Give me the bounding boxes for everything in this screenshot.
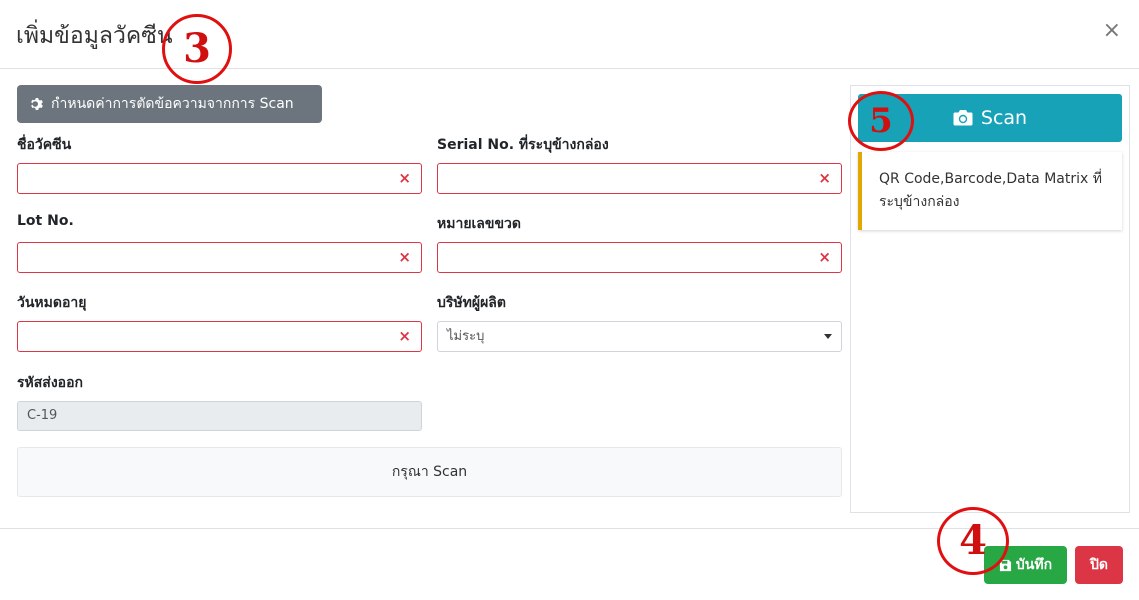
annotation-3: 3 xyxy=(162,14,232,84)
expiry-date-field[interactable]: × xyxy=(17,321,422,352)
vaccine-name-input[interactable] xyxy=(18,164,361,193)
bottle-no-label: หมายเลขขวด xyxy=(437,216,521,232)
chevron-down-icon xyxy=(824,334,832,339)
scan-settings-label: กำหนดค่าการตัดข้อความจากการ Scan xyxy=(51,96,294,112)
annotation-4: 4 xyxy=(937,507,1009,575)
modal-title: เพิ่มข้อมูลวัคซีน xyxy=(16,23,173,49)
save-button-label: บันทึก xyxy=(1015,557,1053,573)
close-icon[interactable]: × xyxy=(1103,18,1121,44)
expiry-date-input[interactable] xyxy=(18,322,361,351)
bottle-no-field[interactable]: × xyxy=(437,242,842,273)
export-code-label: รหัสส่งออก xyxy=(17,375,83,391)
clear-icon[interactable]: × xyxy=(398,248,411,266)
manufacturer-selected-value: ไม่ระบุ xyxy=(447,329,485,344)
lot-no-input[interactable] xyxy=(18,243,361,272)
annotation-5: 5 xyxy=(848,91,914,151)
manufacturer-label: บริษัทผู้ผลิต xyxy=(437,295,506,311)
manufacturer-select[interactable]: ไม่ระบุ xyxy=(437,321,842,352)
serial-no-input[interactable] xyxy=(438,164,781,193)
clear-icon[interactable]: × xyxy=(818,248,831,266)
scan-settings-button[interactable]: กำหนดค่าการตัดข้อความจากการ Scan xyxy=(17,85,322,123)
expiry-date-label: วันหมดอายุ xyxy=(17,295,87,311)
scan-info-callout: QR Code,Barcode,Data Matrix ที่ระบุข้างก… xyxy=(858,152,1122,230)
lot-no-label: Lot No. xyxy=(17,213,74,229)
clear-icon[interactable]: × xyxy=(398,169,411,187)
serial-no-field[interactable]: × xyxy=(437,163,842,194)
scan-prompt: กรุณา Scan xyxy=(17,447,842,497)
export-code-field: C-19 xyxy=(17,401,422,431)
vaccine-name-label: ชื่อวัคซีน xyxy=(17,137,72,153)
camera-icon xyxy=(953,110,973,126)
add-vaccine-modal: เพิ่มข้อมูลวัคซีน × กำหนดค่าการตัดข้อควา… xyxy=(0,0,1139,600)
vaccine-name-field[interactable]: × xyxy=(17,163,422,194)
clear-icon[interactable]: × xyxy=(398,327,411,345)
bottle-no-input[interactable] xyxy=(438,243,781,272)
gear-icon xyxy=(31,98,43,110)
clear-icon[interactable]: × xyxy=(818,169,831,187)
scan-button-label: Scan xyxy=(980,107,1028,129)
close-button[interactable]: ปิด xyxy=(1075,546,1123,584)
lot-no-field[interactable]: × xyxy=(17,242,422,273)
serial-no-label: Serial No. ที่ระบุข้างกล่อง xyxy=(437,137,609,153)
